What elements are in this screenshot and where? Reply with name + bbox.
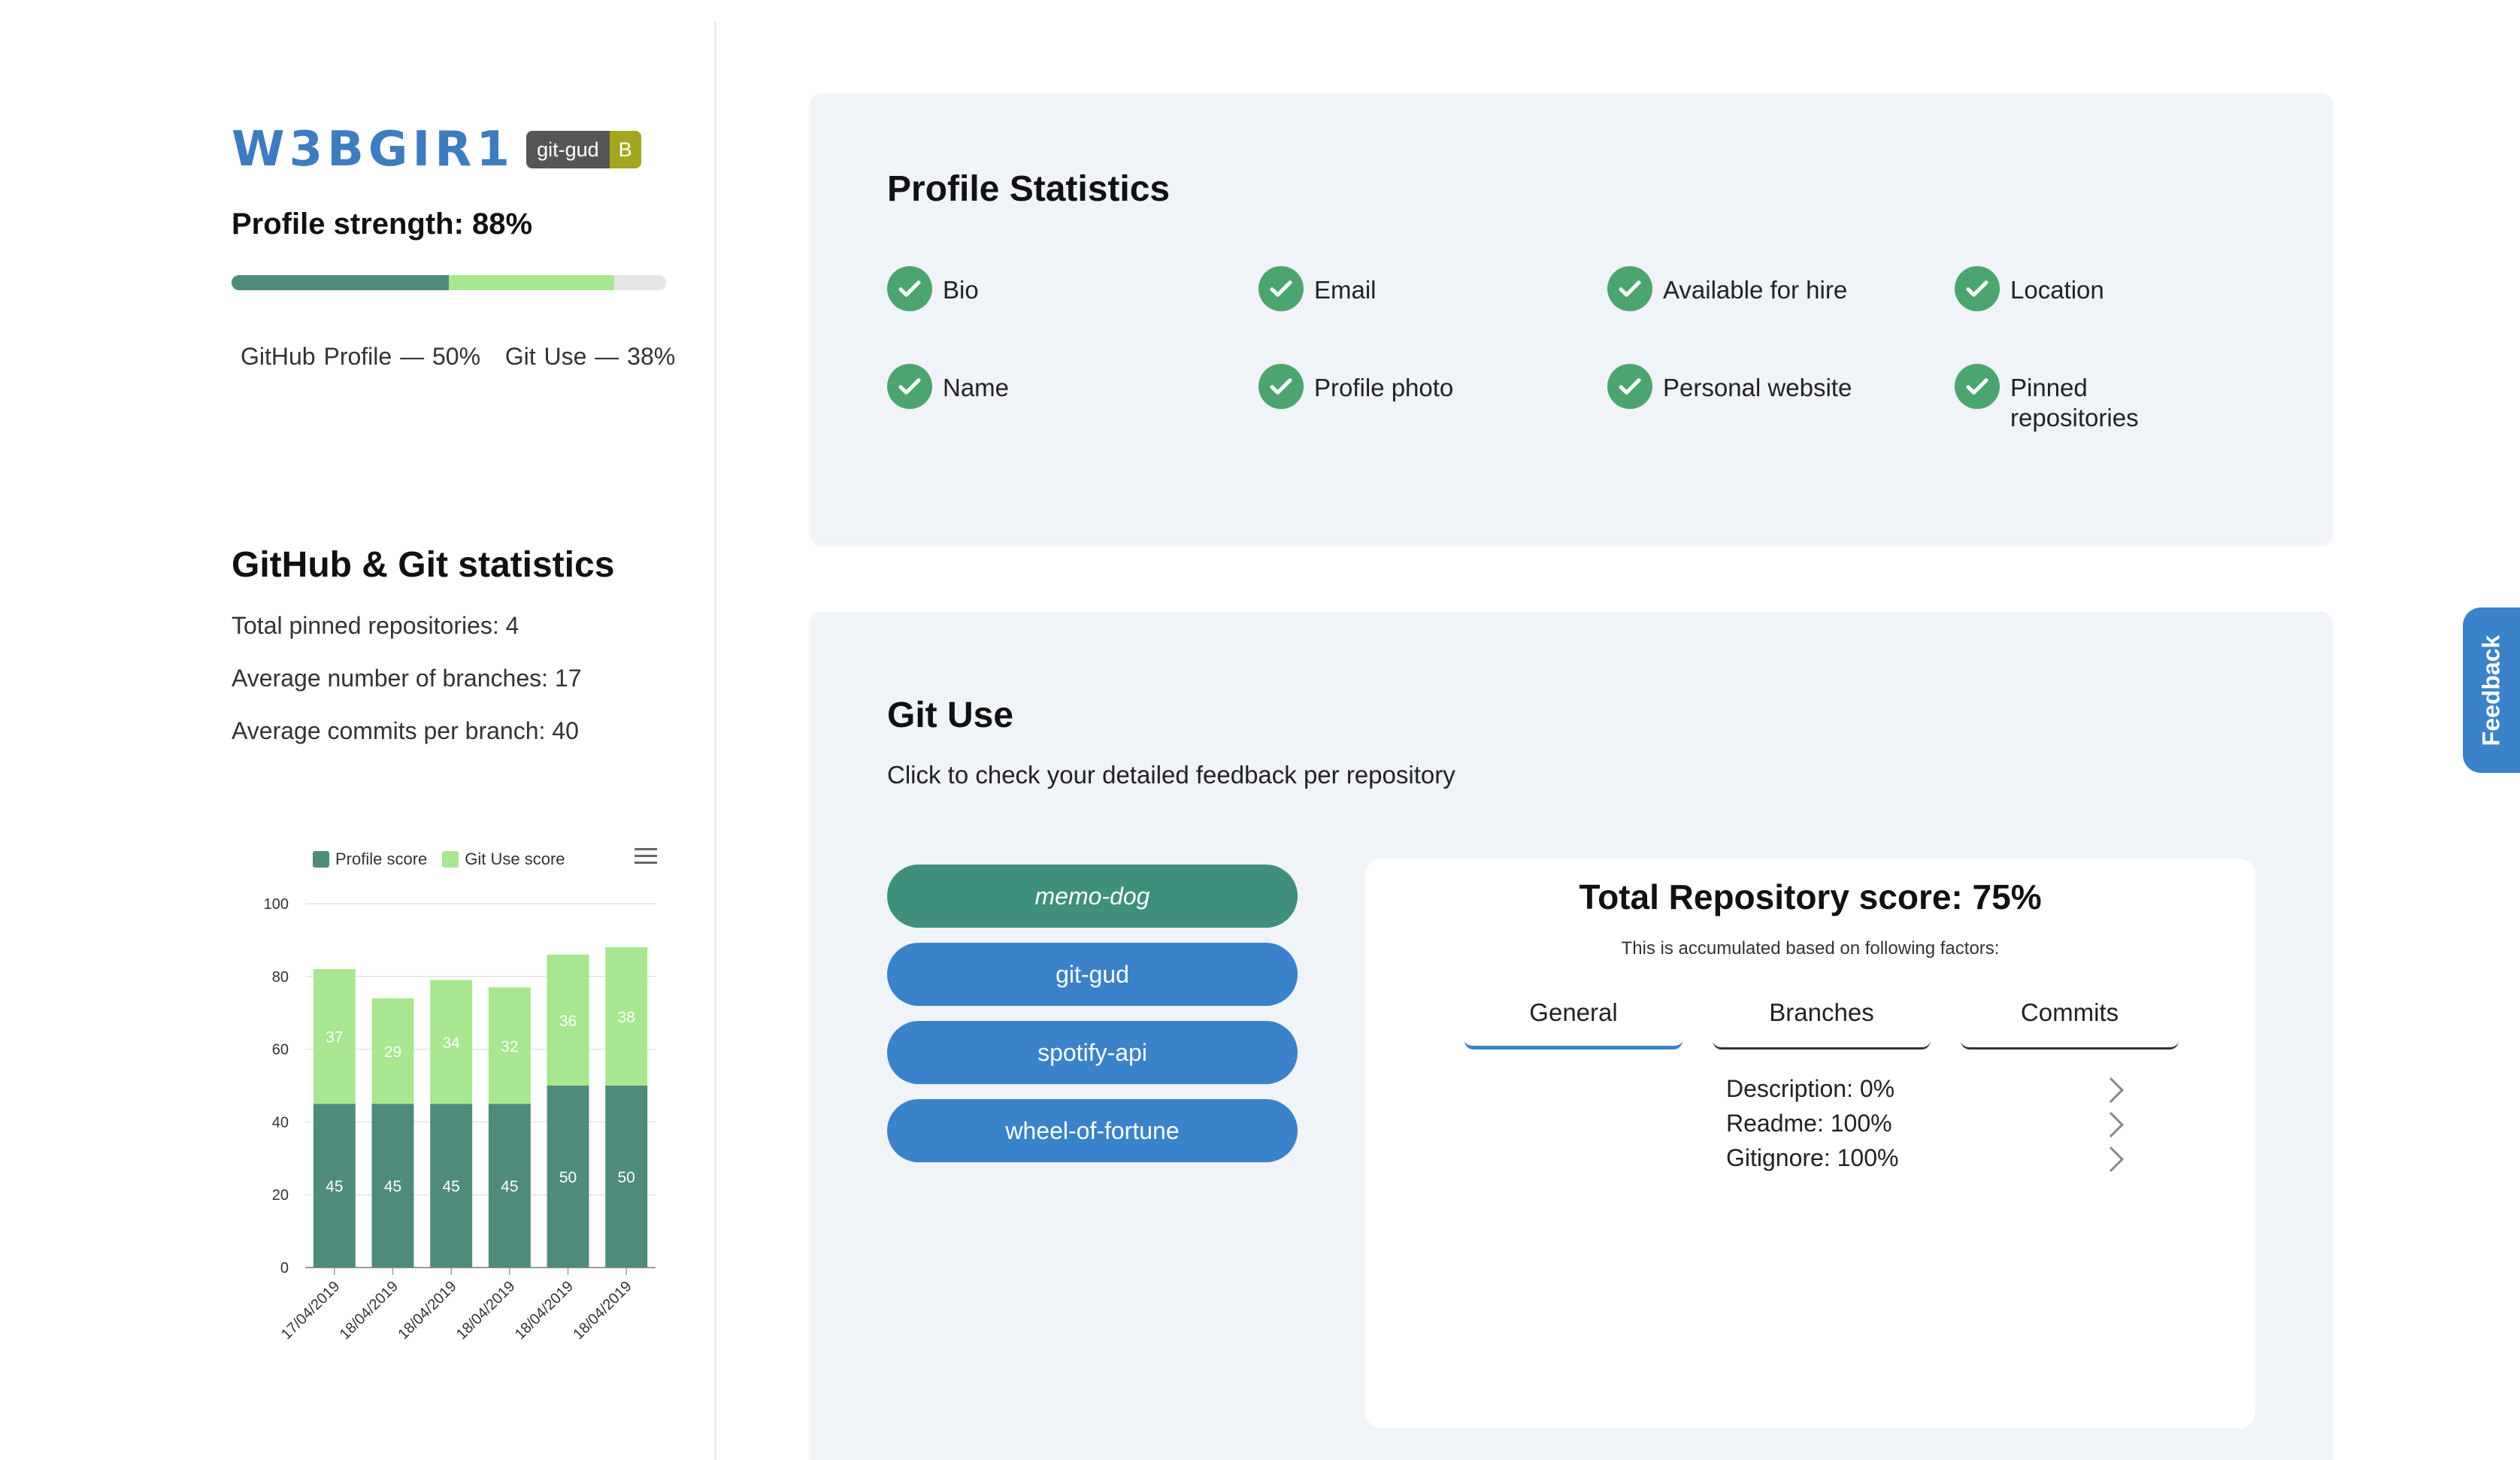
profile-statistics-card: [810, 93, 2332, 543]
profile-statistics-title: Profile Statistics: [887, 169, 1171, 209]
sidebar: W3BGIR1 git-gud B Profile strength: 88% …: [0, 0, 716, 1460]
repository-score-panel: Total Repository score: 75% This is accu…: [1365, 859, 2255, 1428]
x-tick-label: 18/04/2019: [570, 1278, 635, 1343]
ps-item-pinned-repositories: Pinned repositories: [1955, 364, 2180, 433]
tab-general[interactable]: General: [1464, 998, 1683, 1050]
repo-button-memo-dog[interactable]: memo-dog: [887, 865, 1298, 928]
check-icon: [887, 266, 932, 311]
data-label: 45: [442, 1178, 459, 1195]
ps-label: Pinned repositories: [2010, 374, 2139, 432]
repository-score-subtitle: This is accumulated based on following f…: [1621, 938, 2000, 959]
check-icon: [1607, 266, 1652, 311]
data-label: 50: [617, 1169, 635, 1186]
stat-avg-branches: Average number of branches: 17: [232, 665, 582, 692]
chart-plot: 0 20 40 60 80 100 45 37 17/04/2019 45 29 18/04/2019…: [264, 896, 656, 1343]
progress-legend: GitHub Profile — 50% Git Use — 38%: [241, 343, 676, 370]
x-tick-label: 18/04/2019: [395, 1278, 459, 1343]
app-logo[interactable]: W3BGIR1: [232, 122, 514, 177]
x-tick-label: 18/04/2019: [512, 1278, 577, 1343]
data-label: 34: [442, 1034, 460, 1052]
ps-label: Name: [943, 374, 1010, 401]
tab-label: Branches: [1769, 998, 1874, 1026]
chevron-right-icon[interactable]: [2098, 1077, 2124, 1103]
ps-item-bio: Bio: [887, 266, 979, 311]
repo-button-wheel-of-fortune[interactable]: wheel-of-fortune: [887, 1099, 1298, 1162]
badge-label: git-gud: [526, 131, 610, 168]
grade-badge: git-gud B: [526, 131, 641, 168]
factor-description: Description: 0%: [1726, 1075, 1895, 1102]
check-icon: [887, 364, 932, 409]
sidebar-divider: [714, 21, 716, 1460]
logo-row: W3BGIR1 git-gud B: [232, 122, 641, 177]
stat-avg-commits: Average commits per branch: 40: [232, 717, 579, 744]
git-use-progress: [449, 275, 614, 290]
github-git-stats-title: GitHub & Git statistics: [232, 545, 615, 585]
data-label: 45: [384, 1178, 401, 1195]
chevron-right-icon[interactable]: [2098, 1146, 2124, 1172]
y-tick-label: 20: [272, 1187, 289, 1204]
y-tick-label: 60: [272, 1042, 289, 1059]
profile-strength-bar: [232, 275, 666, 290]
git-use-title: Git Use: [887, 695, 1014, 735]
data-label: 38: [617, 1009, 635, 1026]
ps-item-email: Email: [1258, 266, 1377, 311]
repo-button-spotify-api[interactable]: spotify-api: [887, 1021, 1298, 1084]
data-label: 45: [326, 1178, 343, 1195]
check-icon: [1955, 266, 2000, 311]
check-icon: [1258, 364, 1304, 409]
profile-strength-title: Profile strength: 88%: [232, 207, 533, 241]
check-icon: [1607, 364, 1652, 409]
badge-grade: B: [609, 131, 641, 168]
git-use-subtitle: Click to check your detailed feedback pe…: [887, 761, 1455, 789]
ps-label: Personal website: [1663, 374, 1852, 401]
tab-label: General: [1529, 998, 1618, 1026]
y-tick-label: 0: [280, 1260, 289, 1277]
ps-label: Bio: [943, 276, 979, 304]
feedback-label: Feedback: [2477, 635, 2505, 746]
tab-branches[interactable]: Branches: [1713, 998, 1931, 1050]
factor-gitignore: Gitignore: 100%: [1726, 1144, 1899, 1171]
factor-readme: Readme: 100%: [1726, 1110, 1892, 1137]
tab-label: Commits: [2020, 998, 2119, 1026]
repo-button-git-gud[interactable]: git-gud: [887, 943, 1298, 1006]
stat-pinned-repos: Total pinned repositories: 4: [232, 612, 519, 639]
y-tick-label: 40: [272, 1114, 289, 1131]
ps-label: Email: [1314, 276, 1377, 304]
check-icon: [1955, 364, 2000, 409]
ps-item-location: Location: [1955, 266, 2104, 311]
github-profile-progress: [232, 275, 449, 290]
chevron-right-icon[interactable]: [2098, 1112, 2124, 1137]
ps-item-name: Name: [887, 364, 1010, 409]
ps-label: Location: [2010, 276, 2104, 304]
score-history-chart: Profile score Git Use score 0 20 40 60 80 100…: [241, 835, 677, 1361]
ps-item-personal-website: Personal website: [1607, 364, 1852, 409]
tab-commits[interactable]: Commits: [1961, 998, 2179, 1050]
y-tick-label: 80: [272, 969, 289, 986]
ps-label: Available for hire: [1663, 276, 1848, 304]
data-label: 50: [559, 1169, 577, 1186]
ps-item-profile-photo: Profile photo: [1258, 364, 1454, 409]
repository-score-title: Total Repository score: 75%: [1579, 877, 2042, 916]
data-label: 32: [501, 1038, 518, 1056]
x-tick-label: 18/04/2019: [453, 1278, 518, 1343]
x-tick-label: 17/04/2019: [278, 1278, 343, 1343]
feedback-tab[interactable]: Feedback: [2463, 607, 2520, 773]
y-tick-label: 100: [264, 896, 289, 913]
ps-item-available-for-hire: Available for hire: [1607, 266, 1848, 311]
x-tick-label: 18/04/2019: [337, 1278, 401, 1343]
data-label: 45: [501, 1178, 518, 1195]
data-label: 29: [384, 1044, 401, 1061]
data-label: 36: [559, 1013, 577, 1030]
check-icon: [1258, 266, 1304, 311]
data-label: 37: [326, 1029, 343, 1047]
ps-label: Profile photo: [1314, 374, 1454, 401]
